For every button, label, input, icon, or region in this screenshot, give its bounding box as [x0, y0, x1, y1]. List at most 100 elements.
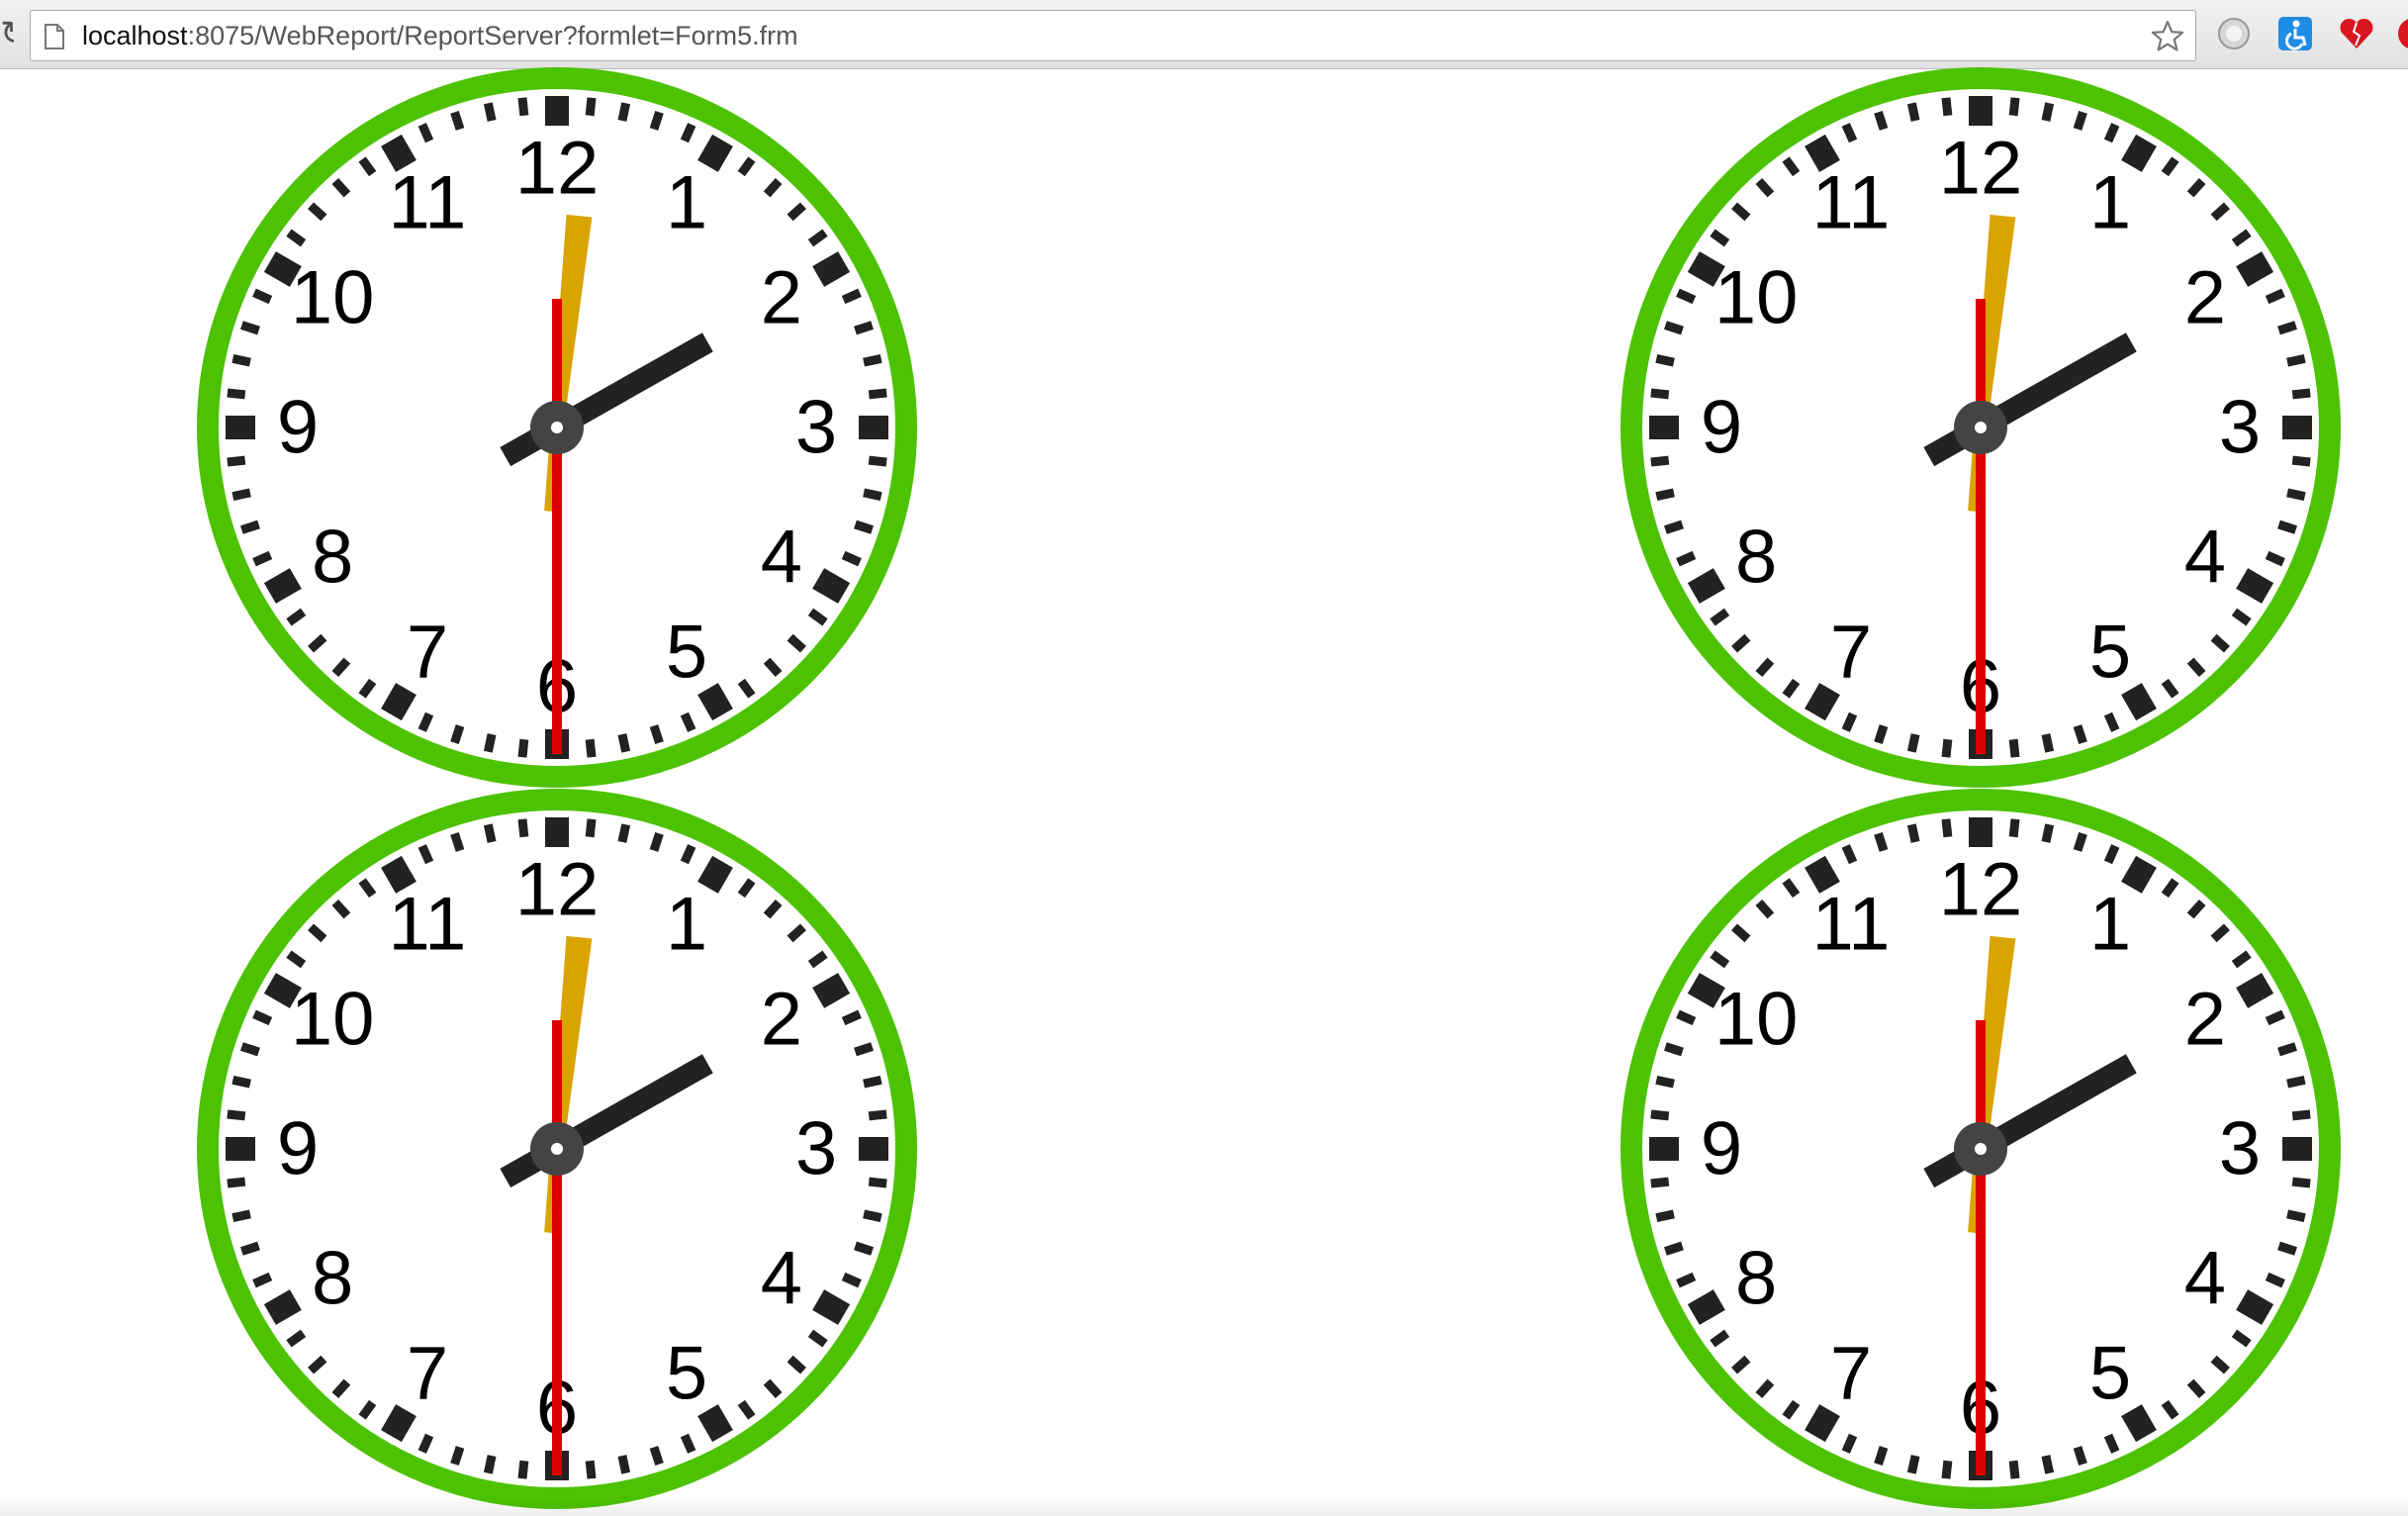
hour-tick: [812, 1289, 851, 1325]
minute-tick: [2277, 520, 2297, 534]
minute-tick: [450, 111, 465, 131]
minute-tick: [617, 733, 631, 753]
clock-numeral: 10: [1714, 256, 1799, 340]
clock-numeral: 5: [2089, 1331, 2131, 1415]
clock-numeral: 1: [666, 883, 707, 967]
hour-tick: [812, 251, 851, 287]
clock-numeral: 4: [761, 1237, 802, 1321]
minute-tick: [2041, 733, 2055, 753]
minute-tick: [617, 102, 631, 122]
minute-tick: [1655, 488, 1675, 502]
clock-numeral: 12: [1939, 127, 2023, 211]
hour-tick: [812, 568, 851, 604]
clock-numeral: 5: [2089, 610, 2131, 694]
heart-extension-icon[interactable]: [2337, 14, 2376, 53]
clock-numeral: 11: [1812, 161, 1891, 245]
clock-numeral: 4: [761, 516, 802, 600]
hour-tick: [1805, 1404, 1840, 1443]
globe-extension-icon[interactable]: [2214, 14, 2254, 53]
minute-tick: [2286, 488, 2306, 502]
minute-tick: [649, 832, 664, 852]
minute-tick: [854, 1042, 874, 1057]
minute-tick: [863, 1075, 882, 1089]
clock-face-svg: 121234567891011: [1621, 789, 2341, 1509]
url-text[interactable]: localhost:8075/WebReport/ReportServer?fo…: [82, 11, 798, 60]
clock-numeral: 7: [407, 1331, 448, 1415]
hour-tick: [381, 1404, 417, 1443]
clock-numeral: 9: [277, 386, 319, 470]
reload-icon[interactable]: ↻: [0, 14, 14, 53]
clock-numeral: 11: [389, 883, 467, 967]
minute-tick: [227, 388, 246, 400]
minute-tick: [517, 97, 529, 117]
star-icon[interactable]: [2150, 19, 2185, 54]
minute-tick: [1874, 1446, 1889, 1466]
minute-tick: [863, 1209, 882, 1223]
minute-tick: [227, 1109, 246, 1121]
minute-tick: [240, 321, 260, 335]
clock-numeral: 11: [1812, 883, 1891, 967]
minute-tick: [868, 455, 887, 467]
center-pin: [1975, 1143, 1987, 1155]
address-bar[interactable]: localhost:8075/WebReport/ReportServer?fo…: [30, 10, 2196, 61]
clock-top-right: 121234567891011: [1620, 66, 2342, 789]
minute-tick: [2073, 111, 2087, 131]
minute-tick: [517, 818, 529, 838]
minute-tick: [1874, 832, 1889, 852]
minute-tick: [1650, 1177, 1670, 1188]
minute-tick: [1906, 733, 1920, 753]
minute-tick: [232, 1209, 251, 1223]
clock-numeral: 10: [291, 978, 375, 1062]
minute-tick: [483, 823, 497, 843]
clock-numeral: 8: [312, 516, 353, 600]
minute-tick: [1941, 738, 1953, 758]
hour-tick: [263, 1289, 302, 1325]
accessibility-extension-icon[interactable]: [2275, 14, 2315, 53]
hour-tick: [2121, 855, 2157, 894]
url-host: localhost: [82, 21, 188, 50]
clock-numeral: 1: [2089, 161, 2131, 245]
minute-tick: [1906, 102, 1920, 122]
center-pin: [551, 422, 563, 433]
hour-tick: [2121, 134, 2157, 172]
minute-tick: [1941, 818, 1953, 838]
hour-tick: [812, 973, 851, 1008]
clock-numeral: 12: [515, 848, 600, 932]
minute-tick: [227, 1177, 246, 1188]
clock-numeral: 3: [2219, 1107, 2261, 1191]
minute-tick: [232, 488, 251, 502]
hour-tick: [2236, 973, 2274, 1008]
minute-tick: [2008, 1460, 2020, 1479]
minute-tick: [585, 818, 597, 838]
clock-numeral: 2: [2184, 978, 2226, 1062]
minute-tick: [2291, 1109, 2311, 1121]
clock-numeral: 12: [515, 127, 600, 211]
minute-tick: [2008, 97, 2020, 117]
clock-numeral: 7: [407, 610, 448, 694]
clock-numeral: 3: [795, 1107, 837, 1191]
clock-numeral: 10: [291, 256, 375, 340]
hour-tick: [2236, 1289, 2274, 1325]
minute-tick: [1874, 724, 1889, 744]
minute-tick: [617, 823, 631, 843]
minute-tick: [1874, 111, 1889, 131]
minute-tick: [2041, 102, 2055, 122]
minute-tick: [863, 488, 882, 502]
minute-tick: [450, 832, 465, 852]
minute-tick: [483, 1455, 497, 1474]
red-extension-icon[interactable]: [2394, 14, 2408, 53]
minute-tick: [854, 321, 874, 335]
minute-tick: [2286, 1075, 2306, 1089]
hour-tick: [381, 683, 417, 721]
minute-tick: [854, 1241, 874, 1256]
minute-tick: [240, 1042, 260, 1057]
minute-tick: [2286, 353, 2306, 367]
minute-tick: [1906, 1455, 1920, 1474]
clock-numeral: 8: [1735, 516, 1777, 600]
hour-tick: [1687, 1289, 1725, 1325]
clock-numeral: 5: [666, 610, 707, 694]
clock-face-svg: 121234567891011: [197, 789, 917, 1509]
clock-numeral: 5: [666, 1331, 707, 1415]
minute-tick: [2073, 1446, 2087, 1466]
minute-tick: [585, 1460, 597, 1479]
